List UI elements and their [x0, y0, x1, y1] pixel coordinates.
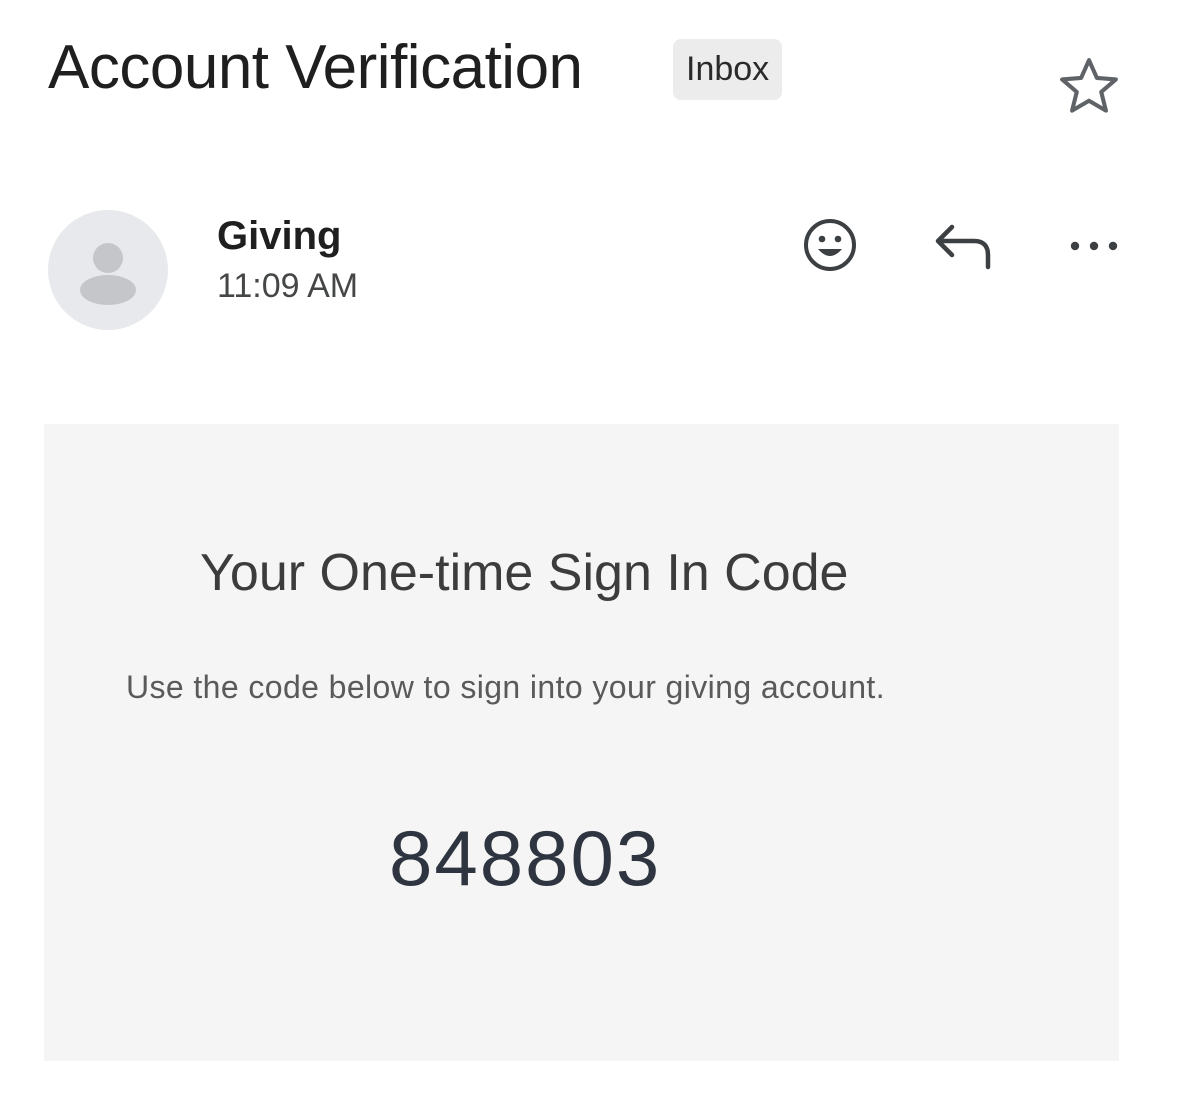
body-heading: Your One-time Sign In Code [200, 544, 849, 602]
email-view: Account Verification Inbox Giving 11:09 … [0, 0, 1178, 1100]
smiley-face-icon [804, 219, 856, 271]
inbox-label-chip[interactable]: Inbox [673, 39, 783, 100]
email-body: Your One-time Sign In Code Use the code … [44, 424, 1119, 1061]
star-button[interactable] [1054, 52, 1124, 122]
sender-name[interactable]: Giving [217, 208, 341, 264]
more-options-button[interactable] [1060, 212, 1126, 278]
reply-button[interactable] [930, 212, 996, 278]
add-reaction-button[interactable] [797, 212, 863, 278]
body-instruction: Use the code below to sign into your giv… [126, 669, 886, 705]
sign-in-code[interactable]: 848803 [389, 808, 661, 908]
sent-time: 11:09 AM [217, 267, 359, 305]
star-icon [1060, 58, 1118, 113]
reply-arrow-icon [935, 224, 991, 270]
person-icon [80, 243, 136, 305]
more-horizontal-icon [1070, 241, 1118, 251]
sender-avatar[interactable] [48, 210, 168, 330]
email-subject: Account Verification [48, 33, 583, 102]
